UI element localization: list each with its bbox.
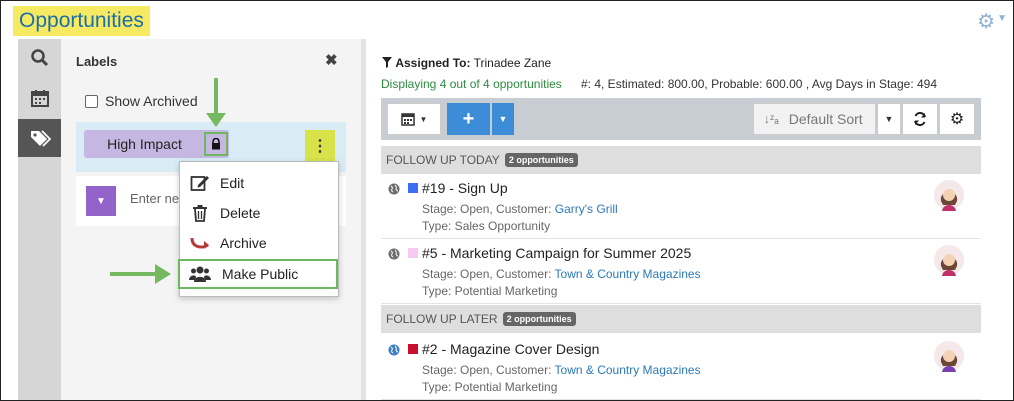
new-label-input[interactable]: Enter ne xyxy=(130,191,179,206)
opportunity-title[interactable]: #5 - Marketing Campaign for Summer 2025 xyxy=(422,245,691,261)
avatar xyxy=(934,245,964,276)
kebab-icon: ⋮ xyxy=(312,138,328,155)
sort-dropdown-button[interactable]: ▼ xyxy=(877,103,901,135)
edit-icon xyxy=(190,176,209,191)
color-picker-button[interactable]: ▼ xyxy=(86,186,116,216)
filter-icon xyxy=(382,57,392,68)
opportunity-type: Type: Sales Opportunity xyxy=(422,219,551,233)
section-follow-up-today[interactable]: FOLLOW UP TODAY 2 opportunities xyxy=(381,146,981,174)
add-options-button[interactable]: ▼ xyxy=(492,103,514,135)
settings-button[interactable]: ⚙ xyxy=(939,103,975,135)
toolbar: ▼ + ▼ ↓ᶻₐ Default Sort ▼ ⚙ xyxy=(381,98,981,140)
chevron-down-icon: ▼ xyxy=(884,114,894,124)
calendar-icon xyxy=(400,113,415,126)
menu-item-make-public[interactable]: Make Public xyxy=(178,259,338,289)
sort-button[interactable]: ↓ᶻₐ Default Sort xyxy=(753,103,876,135)
count-badge: 2 opportunities xyxy=(504,153,578,167)
label-name: High Impact xyxy=(107,136,182,152)
globe-icon xyxy=(388,183,400,195)
page-title: Opportunities xyxy=(13,6,150,36)
calendar-icon xyxy=(30,90,49,107)
opportunity-stage: Stage: Open, Customer: Town & Country Ma… xyxy=(422,267,701,281)
chevron-down-icon: ▼ xyxy=(96,195,106,207)
label-color-swatch xyxy=(408,183,418,193)
add-opportunity-button[interactable]: + xyxy=(447,103,490,135)
count-badge: 2 opportunities xyxy=(502,312,576,326)
chevron-down-icon: ▼ xyxy=(498,114,508,124)
close-icon[interactable]: ✖ xyxy=(325,51,338,69)
customer-link[interactable]: Town & Country Magazines xyxy=(555,267,701,281)
lock-button[interactable] xyxy=(204,132,228,156)
labels-title: Labels xyxy=(76,54,118,69)
globe-icon xyxy=(388,344,400,356)
avatar xyxy=(934,341,964,372)
tags-icon xyxy=(30,130,51,147)
customer-link[interactable]: Garry's Grill xyxy=(555,202,618,216)
opportunity-row[interactable]: #5 - Marketing Campaign for Summer 2025 … xyxy=(381,239,981,304)
checkbox-box[interactable] xyxy=(85,94,98,108)
app-frame: Opportunities ⚙ ▼ Labels ✖ Show Archived… xyxy=(0,0,1014,401)
opportunity-title[interactable]: #2 - Magazine Cover Design xyxy=(422,341,599,357)
menu-item-archive[interactable]: Archive xyxy=(180,228,338,258)
trash-icon xyxy=(193,205,207,222)
opportunity-type: Type: Potential Marketing xyxy=(422,380,558,394)
sort-az-icon: ↓ᶻₐ xyxy=(764,112,779,126)
label-options-button[interactable]: ⋮ xyxy=(305,130,335,162)
label-context-menu: Edit Delete Archive Make Public xyxy=(178,161,339,297)
calendar-dropdown-button[interactable]: ▼ xyxy=(387,103,441,135)
refresh-button[interactable] xyxy=(902,103,938,135)
search-icon xyxy=(30,49,48,67)
opportunity-stage: Stage: Open, Customer: Garry's Grill xyxy=(422,202,618,216)
refresh-icon xyxy=(914,112,926,126)
side-rail xyxy=(18,39,61,400)
menu-item-edit[interactable]: Edit xyxy=(180,168,338,198)
rail-search[interactable] xyxy=(18,39,61,77)
label-color-swatch xyxy=(408,344,418,354)
opportunity-row[interactable]: #19 - Sign Up Stage: Open, Customer: Gar… xyxy=(381,174,981,239)
opportunity-stage: Stage: Open, Customer: Town & Country Ma… xyxy=(422,363,701,377)
rail-labels[interactable] xyxy=(18,119,61,157)
opportunity-row[interactable]: #2 - Magazine Cover Design Stage: Open, … xyxy=(381,335,981,400)
stats-summary: #: 4, Estimated: 800.00, Probable: 600.0… xyxy=(581,77,938,91)
rail-calendar[interactable] xyxy=(18,79,61,117)
chevron-down-icon: ▼ xyxy=(419,114,428,124)
assigned-to: Assigned To: Trinadee Zane xyxy=(382,56,551,70)
gear-icon: ⚙ xyxy=(949,111,965,128)
avatar xyxy=(934,180,964,211)
show-archived-checkbox[interactable]: Show Archived xyxy=(85,93,198,109)
display-count: Displaying 4 out of 4 opportunities xyxy=(381,77,562,91)
chevron-down-icon[interactable]: ▼ xyxy=(997,13,1007,24)
customer-link[interactable]: Town & Country Magazines xyxy=(555,363,701,377)
show-archived-label: Show Archived xyxy=(105,93,198,109)
opportunity-type: Type: Potential Marketing xyxy=(422,284,558,298)
users-icon xyxy=(189,266,211,282)
plus-icon: + xyxy=(462,107,475,130)
archive-arrow-icon xyxy=(190,237,209,249)
section-follow-up-later[interactable]: FOLLOW UP LATER 2 opportunities xyxy=(381,305,981,333)
globe-icon xyxy=(388,248,400,260)
label-color-swatch xyxy=(408,248,418,258)
opportunity-title[interactable]: #19 - Sign Up xyxy=(422,180,508,196)
lock-icon xyxy=(212,138,220,150)
menu-item-delete[interactable]: Delete xyxy=(180,198,338,228)
gear-icon[interactable]: ⚙ xyxy=(977,9,995,34)
opportunities-main: Assigned To: Trinadee Zane Displaying 4 … xyxy=(366,39,1013,400)
